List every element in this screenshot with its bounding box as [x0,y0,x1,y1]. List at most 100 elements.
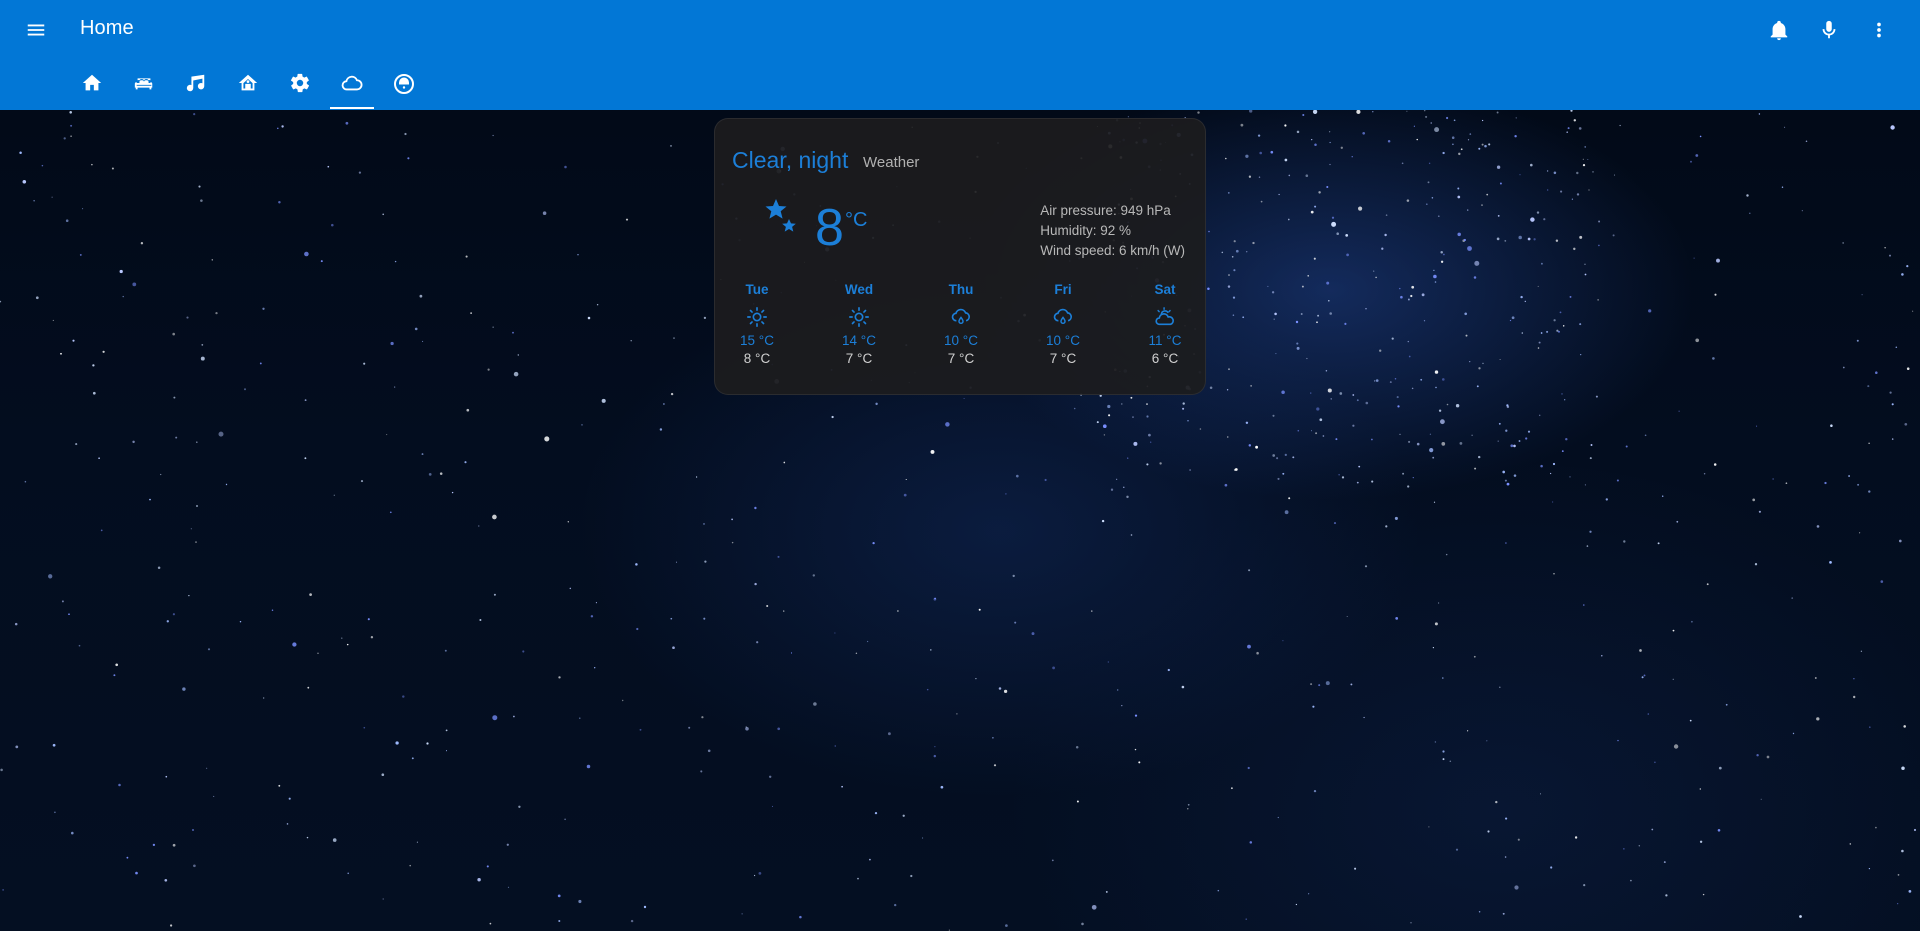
weather-card[interactable]: Clear, night Weather 8 °C Air pressure: … [714,118,1206,395]
star [1322,435,1325,437]
star [1785,482,1788,485]
star [1471,434,1473,436]
star [1245,918,1247,920]
star [1271,291,1275,294]
star [522,650,525,653]
star [1345,234,1349,237]
star [451,491,454,494]
star [518,805,521,808]
star [1329,312,1332,315]
star [1588,189,1590,191]
star [578,899,582,904]
star [1476,385,1479,388]
star [1301,285,1304,288]
tab-living-room[interactable] [118,66,170,110]
star [1438,602,1440,604]
star [741,913,743,915]
star [673,337,675,339]
star [1584,263,1586,266]
menu-button[interactable] [20,16,52,44]
star [41,164,44,167]
notifications-button[interactable] [1760,14,1798,46]
star [1134,714,1138,717]
voice-command-button[interactable] [1810,14,1848,46]
star [132,440,135,444]
overflow-menu-button[interactable] [1860,14,1898,46]
star [517,354,520,356]
star [1281,390,1285,394]
star [1890,125,1895,130]
star [381,773,385,777]
star [1903,725,1906,728]
star [1365,401,1369,405]
star [1714,293,1717,296]
star [1284,453,1287,457]
star [304,251,309,257]
star [1576,193,1580,196]
star [1076,800,1079,803]
music-icon [186,74,205,92]
star [1310,430,1313,432]
star [1616,479,1619,482]
tab-music[interactable] [170,66,222,110]
star [193,864,196,868]
star [1467,209,1469,211]
star [1250,385,1252,387]
star [1569,476,1571,478]
star [207,648,211,651]
star [1295,320,1299,324]
rain-cloud-icon [1033,303,1093,331]
forecast-day-name: Sat [1154,282,1176,297]
star [65,219,69,222]
star [465,255,468,258]
star [1906,265,1909,268]
star [1440,250,1443,254]
star [52,743,56,747]
tab-settings[interactable] [274,66,326,110]
star [1260,200,1263,203]
star [1592,171,1594,173]
star [1481,119,1484,122]
star [1374,380,1376,382]
star [1358,206,1363,211]
star [1530,217,1535,222]
star [1540,464,1543,468]
star [1562,325,1565,327]
star [831,415,834,419]
star [1784,126,1786,128]
star [1325,370,1328,372]
star [1824,481,1827,485]
star [1496,165,1501,169]
star [506,843,509,846]
forecast-day-name: Tue [745,282,769,297]
header-actions [1760,14,1898,46]
star [1473,276,1477,279]
star [1352,424,1355,427]
star [1589,457,1592,460]
star [1520,295,1523,299]
star [1412,476,1414,479]
star [1399,287,1401,290]
forecast-day: Wed 14 °C 7 °C [829,282,889,366]
tab-weather[interactable] [326,66,378,110]
air-pressure: Air pressure: 949 hPa [1040,203,1171,218]
star [198,185,201,188]
star [1312,705,1315,708]
star [1481,143,1484,146]
star [1434,281,1437,283]
star [479,618,482,622]
star [1756,754,1759,757]
star [1433,274,1437,279]
tab-house[interactable] [222,66,274,110]
tab-home[interactable] [66,66,118,110]
star [659,428,663,431]
star [363,726,366,729]
tab-vacuum[interactable] [378,66,430,110]
star [1356,399,1359,402]
star [1182,407,1185,410]
star [1431,197,1434,199]
star [875,402,878,406]
star [766,604,769,608]
star [1587,158,1589,161]
star [394,386,396,388]
